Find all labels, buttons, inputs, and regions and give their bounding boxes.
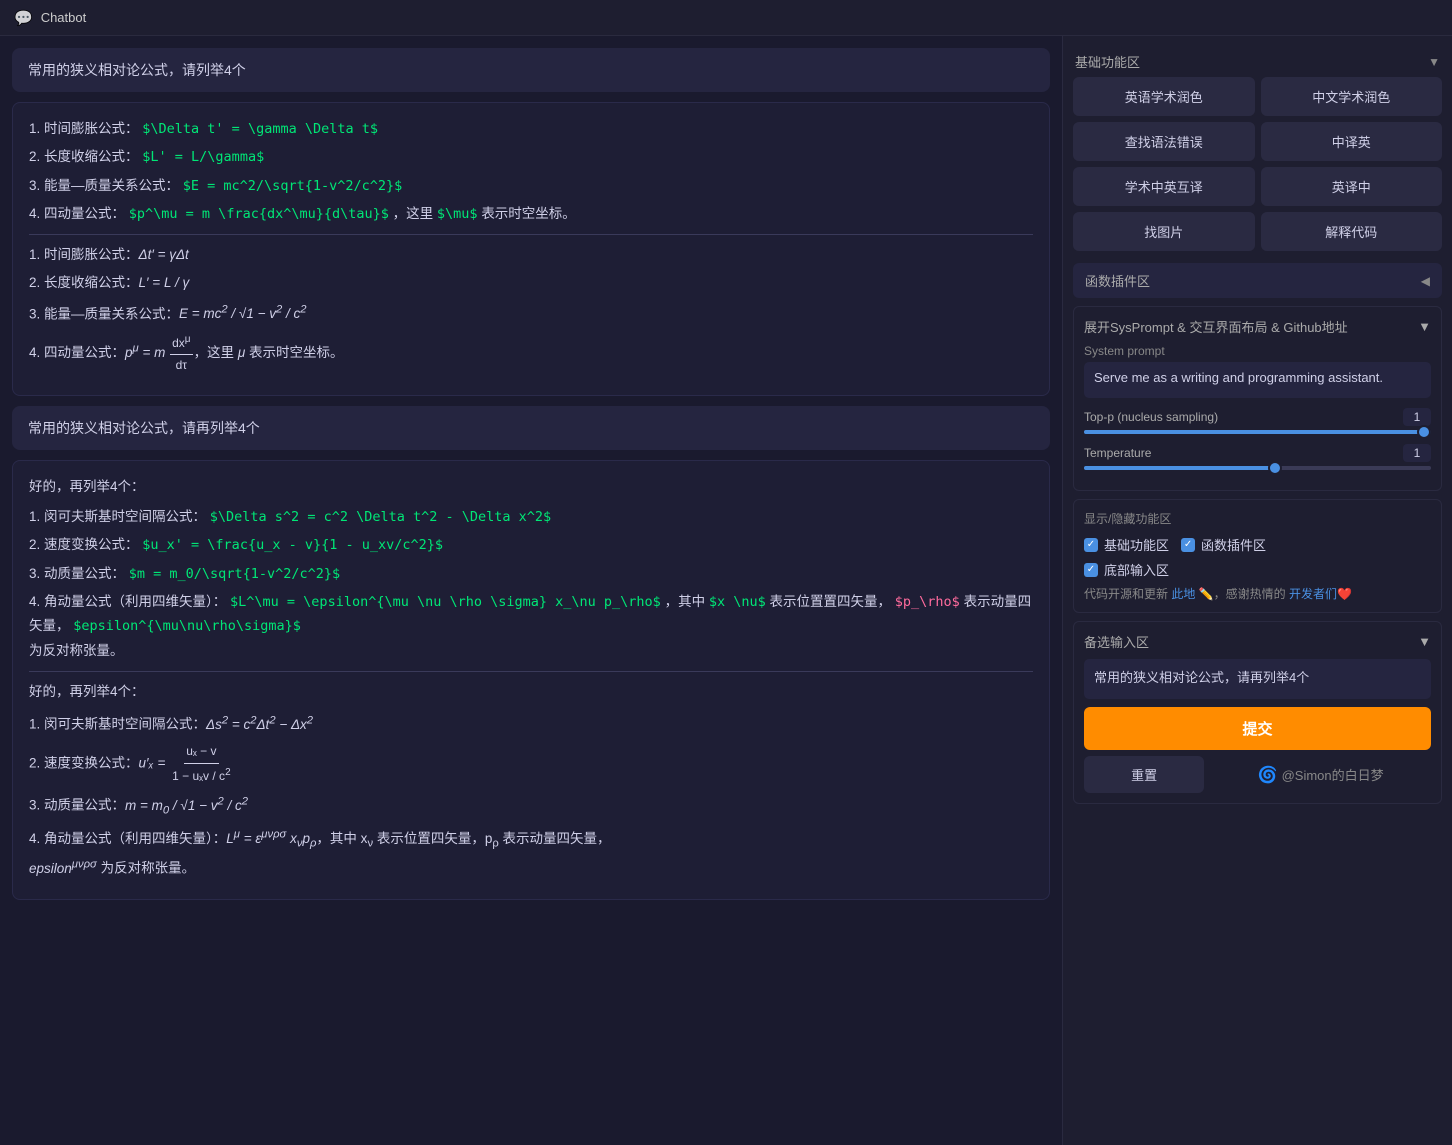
user-message-2: 常用的狭义相对论公式，请再列举4个 <box>12 406 1050 450</box>
rendered-item: 2. 长度收缩公式：L′ = L / γ <box>29 271 1033 295</box>
submit-button[interactable]: 提交 <box>1084 707 1431 750</box>
list-item: 3. 动质量公式： $m = m_0/\sqrt{1-v^2/c^2}$ <box>29 562 1033 586</box>
rendered-item: 2. 速度变换公式：u′ₓ = uₓ − v1 − uₓv / c2 <box>29 741 1033 787</box>
list-item: 1. 闵可夫斯基时空间隔公式： $\Delta s^2 = c^2 \Delta… <box>29 505 1033 529</box>
pretext: 好的，再列举4个： <box>29 475 1033 499</box>
sysprompt-section: 展开SysPrompt & 交互界面布局 & Github地址 ▼ System… <box>1073 306 1442 491</box>
list-item: 3. 能量—质量关系公式： $E = mc^2/\sqrt{1-v^2/c^2}… <box>29 174 1033 198</box>
display-section-label: 显示/隐藏功能区 <box>1084 510 1431 527</box>
watermark: 🌀 @Simon的白日梦 <box>1210 756 1431 793</box>
latex-2: $L' = L/\gamma$ <box>142 149 264 165</box>
btn-explain-code[interactable]: 解释代码 <box>1261 212 1443 251</box>
latex-inline: $p_\rho$ <box>895 594 960 610</box>
temperature-value: 1 <box>1403 444 1431 462</box>
latex-item: $m = m_0/\sqrt{1-v^2/c^2}$ <box>129 566 340 582</box>
list-item: 4. 角动量公式（利用四维矢量）： $L^\mu = \epsilon^{\mu… <box>29 590 1033 663</box>
sysprompt-value: Serve me as a writing and programming as… <box>1084 362 1431 398</box>
alt-section-header: 备选输入区 ▼ <box>1084 632 1431 651</box>
checkbox-icon-basic[interactable]: ✓ <box>1084 538 1098 552</box>
btn-english-academic[interactable]: 英语学术润色 <box>1073 77 1255 116</box>
checkbox-basic[interactable]: ✓ 基础功能区 <box>1084 535 1169 554</box>
rendered-item: 1. 闵可夫斯基时空间隔公式：Δs2 = c2Δt2 − Δx2 <box>29 710 1033 737</box>
rendered-item: 1. 时间膨胀公式：Δt′ = γΔt <box>29 243 1033 267</box>
list-item: 4. 四动量公式： $p^\mu = m \frac{dx^\mu}{d\tau… <box>29 202 1033 226</box>
btn-find-image[interactable]: 找图片 <box>1073 212 1255 251</box>
latex-item: $\Delta s^2 = c^2 \Delta t^2 - \Delta x^… <box>210 509 551 525</box>
reset-button[interactable]: 重置 <box>1084 756 1204 793</box>
rendered-item: 3. 动质量公式：m = m0 / √1 − v2 / c2 <box>29 791 1033 820</box>
checkbox-plugin[interactable]: ✓ 函数插件区 <box>1181 535 1266 554</box>
basic-section-header: 基础功能区 ▼ <box>1073 46 1442 77</box>
top-p-slider[interactable] <box>1084 430 1431 434</box>
dev-link[interactable]: 开发者们 <box>1289 587 1337 601</box>
sysprompt-label: System prompt <box>1084 344 1431 358</box>
topbar: 💬 Chatbot <box>0 0 1452 36</box>
temperature-slider[interactable] <box>1084 466 1431 470</box>
weibo-icon: 🌀 <box>1258 765 1278 785</box>
rendered-item: 4. 角动量公式（利用四维矢量）：Lμ = εμνρσ xνpρ，其中 xν 表… <box>29 825 1033 881</box>
main-layout: 常用的狭义相对论公式，请列举4个 1. 时间膨胀公式： $\Delta t' =… <box>0 36 1452 1145</box>
checkbox-bottom[interactable]: ✓ 底部输入区 <box>1084 560 1169 579</box>
alt-input-box[interactable]: 常用的狭义相对论公式，请再列举4个 <box>1084 659 1431 699</box>
latex-3: $E = mc^2/\sqrt{1-v^2/c^2}$ <box>183 178 402 194</box>
list-item: 1. 时间膨胀公式： $\Delta t' = \gamma \Delta t$ <box>29 117 1033 141</box>
latex-inline: $epsilon^{\mu\nu\rho\sigma}$ <box>73 618 301 634</box>
temperature-row: Temperature 1 <box>1084 444 1431 462</box>
latex-inline: $\mu$ <box>437 206 478 222</box>
chevron-down-icon-3: ▼ <box>1418 634 1431 649</box>
btn-chinese-academic[interactable]: 中文学术润色 <box>1261 77 1443 116</box>
checkbox-icon-bottom[interactable]: ✓ <box>1084 563 1098 577</box>
latex-1: $\Delta t' = \gamma \Delta t$ <box>142 121 378 137</box>
basic-buttons-grid: 英语学术润色 中文学术润色 查找语法错误 中译英 学术中英互译 英译中 找图片 … <box>1073 77 1442 251</box>
user-message-1: 常用的狭义相对论公式，请列举4个 <box>12 48 1050 92</box>
sysprompt-header: 展开SysPrompt & 交互界面布局 & Github地址 ▼ <box>1084 317 1431 336</box>
list-item: 2. 长度收缩公式： $L' = L/\gamma$ <box>29 145 1033 169</box>
bottom-row: 重置 🌀 @Simon的白日梦 <box>1084 756 1431 793</box>
rendered-item: 3. 能量—质量关系公式：E = mc2 / √1 − v2 / c2 <box>29 300 1033 327</box>
footer-links: 代码开源和更新 此地 ✏️，感谢热情的 开发者们❤️ <box>1084 585 1431 602</box>
top-p-value: 1 <box>1403 408 1431 426</box>
btn-en-to-zh[interactable]: 英译中 <box>1261 167 1443 206</box>
footer-link[interactable]: 此地 <box>1171 587 1195 601</box>
plugin-section[interactable]: 函数插件区 ◀ <box>1073 263 1442 298</box>
toggle-section: 显示/隐藏功能区 ✓ 基础功能区 ✓ 函数插件区 <box>1073 499 1442 613</box>
chat-icon: 💬 <box>14 9 33 27</box>
btn-academic-translate[interactable]: 学术中英互译 <box>1073 167 1255 206</box>
chevron-down-icon-2: ▼ <box>1418 319 1431 334</box>
chat-panel[interactable]: 常用的狭义相对论公式，请列举4个 1. 时间膨胀公式： $\Delta t' =… <box>0 36 1062 1145</box>
topbar-title: Chatbot <box>41 10 87 25</box>
checkbox-row-2: ✓ 底部输入区 <box>1084 560 1431 579</box>
btn-grammar-check[interactable]: 查找语法错误 <box>1073 122 1255 161</box>
btn-zh-to-en[interactable]: 中译英 <box>1261 122 1443 161</box>
assistant-message-1: 1. 时间膨胀公式： $\Delta t' = \gamma \Delta t$… <box>12 102 1050 396</box>
chevron-down-icon: ▼ <box>1428 55 1440 69</box>
latex-4: $p^\mu = m \frac{dx^\mu}{d\tau}$ <box>129 206 389 222</box>
alt-input-section: 备选输入区 ▼ 常用的狭义相对论公式，请再列举4个 提交 重置 🌀 @Simon… <box>1073 621 1442 804</box>
latex-inline: $x \nu$ <box>709 594 766 610</box>
checkbox-row-1: ✓ 基础功能区 ✓ 函数插件区 <box>1084 535 1431 554</box>
assistant-message-2: 好的，再列举4个： 1. 闵可夫斯基时空间隔公式： $\Delta s^2 = … <box>12 460 1050 900</box>
checkbox-icon-plugin[interactable]: ✓ <box>1181 538 1195 552</box>
chevron-left-icon: ◀ <box>1421 274 1430 288</box>
right-panel: 基础功能区 ▼ 英语学术润色 中文学术润色 查找语法错误 中译英 学术中英互译 … <box>1062 36 1452 1145</box>
rendered-item: 4. 四动量公式：pμ = m dxμdτ，这里 μ 表示时空坐标。 <box>29 331 1033 377</box>
latex-item: $u_x' = \frac{u_x - v}{1 - u_xv/c^2}$ <box>142 537 443 553</box>
latex-item: $L^\mu = \epsilon^{\mu \nu \rho \sigma} … <box>230 594 661 610</box>
pretext-rendered: 好的，再列举4个： <box>29 680 1033 704</box>
list-item: 2. 速度变换公式： $u_x' = \frac{u_x - v}{1 - u_… <box>29 533 1033 557</box>
basic-section: 基础功能区 ▼ 英语学术润色 中文学术润色 查找语法错误 中译英 学术中英互译 … <box>1073 46 1442 255</box>
top-p-row: Top-p (nucleus sampling) 1 <box>1084 408 1431 426</box>
